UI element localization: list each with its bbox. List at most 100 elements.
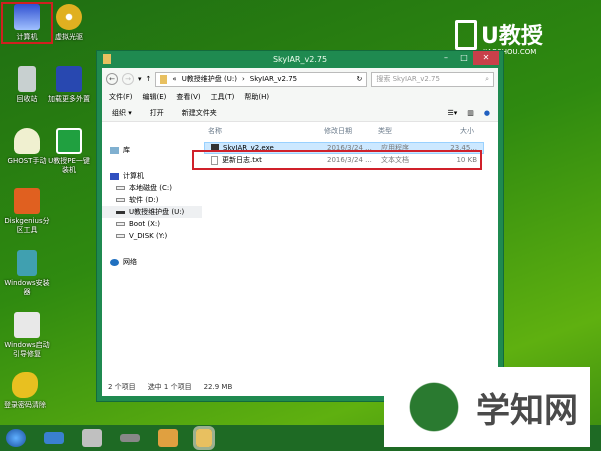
status-selected: 选中 1 个项目: [147, 383, 192, 391]
nav-label: 库: [123, 146, 130, 154]
nav-drive-u[interactable]: U教授维护盘 (U:): [102, 206, 202, 218]
status-size: 22.9 MB: [203, 383, 233, 391]
key-icon: [12, 372, 38, 398]
icon-label: 虚拟光驱: [55, 33, 83, 41]
nav-drive-c[interactable]: 本地磁盘 (C:): [102, 182, 202, 194]
preview-pane-icon[interactable]: ▥: [467, 109, 474, 117]
view-options-icon[interactable]: ☰▾: [447, 109, 457, 117]
explorer-window: SkyIAR_v2.75 – □ ✕ ← → ▾ ↑ « U教授维护盘 (U:) ›…: [96, 50, 504, 402]
icon-label: 计算机: [16, 33, 38, 41]
recycle-bin-icon: [18, 66, 36, 92]
maximize-button[interactable]: □: [455, 51, 473, 65]
window-title: SkyIAR_v2.75: [272, 55, 328, 64]
desktop-icon-boot-repair[interactable]: Windows启动引导修复: [3, 312, 51, 359]
up-button[interactable]: ↑: [146, 75, 152, 83]
open-button[interactable]: 打开: [150, 108, 164, 118]
folder-icon: [160, 74, 168, 84]
ujiaoshou-icon: [56, 128, 82, 154]
logo-brand: U教授: [481, 24, 543, 49]
menu-view[interactable]: 查看(V): [176, 92, 200, 102]
drive-taskbar-icon[interactable]: [120, 434, 140, 442]
icon-label: GHOST手动: [7, 157, 47, 165]
desktop-icon-pe-install[interactable]: U教授PE一键装机: [45, 128, 93, 175]
nav-drive-y[interactable]: V_DISK (Y:): [102, 230, 202, 242]
column-type[interactable]: 类型: [378, 126, 434, 136]
icon-label: U教授PE一键装机: [48, 157, 90, 174]
icon-label: Windows安装器: [4, 279, 50, 296]
desktop-icon-password-clear[interactable]: 登录密码清除: [0, 372, 50, 410]
library-icon: [110, 146, 119, 154]
expand-icon: [56, 66, 82, 92]
icon-label: Windows启动引导修复: [4, 341, 50, 358]
installer-icon: [17, 250, 37, 276]
menu-tools[interactable]: 工具(T): [211, 92, 235, 102]
nav-drive-d[interactable]: 软件 (D:): [102, 194, 202, 206]
drive-icon: [116, 198, 125, 202]
organize-button[interactable]: 组织 ▾: [112, 108, 132, 118]
desktop-icon-virtual-drive[interactable]: 虚拟光驱: [45, 4, 93, 42]
path-overflow[interactable]: «: [172, 75, 176, 83]
search-input[interactable]: 搜索 SkyIAR_v2.75 ⌕: [371, 71, 494, 87]
status-count: 2 个项目: [108, 383, 136, 391]
desktop-icon-load-more[interactable]: 加载更多外置: [45, 66, 93, 104]
nav-label: 网络: [123, 258, 137, 266]
breadcrumb-folder[interactable]: SkyIAR_v2.75: [250, 75, 297, 83]
nav-label: Boot (X:): [129, 220, 160, 228]
icon-label: 回收站: [16, 95, 38, 103]
new-folder-button[interactable]: 新建文件夹: [182, 108, 217, 118]
disc-icon: [56, 4, 82, 30]
nav-label: 本地磁盘 (C:): [129, 184, 172, 192]
recent-dropdown-icon[interactable]: ▾: [138, 75, 142, 83]
highlight-box: [192, 150, 482, 170]
title-bar[interactable]: SkyIAR_v2.75 – □ ✕: [97, 51, 503, 68]
desktop-icon-diskgenius[interactable]: Diskgenius分区工具: [3, 188, 51, 235]
minimize-button[interactable]: –: [437, 51, 455, 65]
installer-taskbar-icon[interactable]: [82, 429, 102, 447]
nav-label: 软件 (D:): [129, 196, 159, 204]
menu-edit[interactable]: 编辑(E): [143, 92, 167, 102]
start-button[interactable]: [6, 429, 26, 447]
explorer-taskbar-icon[interactable]: [193, 426, 215, 450]
desktop-icon-recycle-bin[interactable]: 回收站: [3, 66, 51, 104]
breadcrumb-drive[interactable]: U教授维护盘 (U:): [182, 74, 237, 84]
nav-label: V_DISK (Y:): [129, 232, 168, 240]
nav-label: U教授维护盘 (U:): [129, 208, 185, 216]
breadcrumb-separator: ›: [241, 75, 245, 83]
nav-label: 计算机: [123, 172, 144, 180]
search-icon: ⌕: [485, 74, 489, 83]
address-bar[interactable]: « U教授维护盘 (U:) › SkyIAR_v2.75 ↻: [155, 71, 368, 87]
search-placeholder: 搜索 SkyIAR_v2.75: [376, 74, 440, 83]
navigation-pane: 库 计算机 本地磁盘 (C:) 软件 (D:) U教授维护盘 (U:) Boot…: [102, 126, 202, 378]
column-name[interactable]: 名称: [202, 126, 324, 136]
watermark-text: 学知网: [476, 390, 578, 431]
back-button[interactable]: ←: [106, 73, 118, 85]
usb-drive-icon: [116, 210, 125, 214]
desktop-icon-windows-installer[interactable]: Windows安装器: [3, 250, 51, 297]
drive-icon: [116, 234, 125, 238]
leaf-logo-icon: [392, 375, 462, 439]
refresh-icon[interactable]: ↻: [357, 75, 363, 83]
logo-badge-icon: [455, 20, 477, 50]
tool-taskbar-icon[interactable]: [158, 429, 178, 447]
menu-help[interactable]: 帮助(H): [244, 92, 269, 102]
nav-drive-x[interactable]: Boot (X:): [102, 218, 202, 230]
icon-label: 加载更多外置: [48, 95, 90, 103]
nav-library[interactable]: 库: [102, 144, 202, 156]
forward-button[interactable]: →: [122, 73, 134, 85]
menu-file[interactable]: 文件(F): [109, 92, 133, 102]
column-size[interactable]: 大小: [434, 126, 474, 136]
desktop-icon-ghost[interactable]: GHOST手动: [3, 128, 51, 166]
help-icon[interactable]: ●: [484, 109, 490, 117]
desktop-taskbar-icon[interactable]: [44, 432, 64, 444]
drive-icon: [116, 222, 125, 226]
column-date[interactable]: 修改日期: [324, 126, 378, 136]
nav-computer[interactable]: 计算机: [102, 170, 202, 182]
ghost-icon: [14, 128, 40, 154]
icon-label: Diskgenius分区工具: [4, 217, 50, 234]
folder-icon: [103, 54, 111, 64]
diskgenius-icon: [14, 188, 40, 214]
close-button[interactable]: ✕: [473, 51, 499, 65]
desktop-icon-computer[interactable]: 计算机: [1, 2, 53, 44]
watermark: 学知网: [384, 367, 590, 447]
nav-network[interactable]: 网络: [102, 256, 202, 268]
